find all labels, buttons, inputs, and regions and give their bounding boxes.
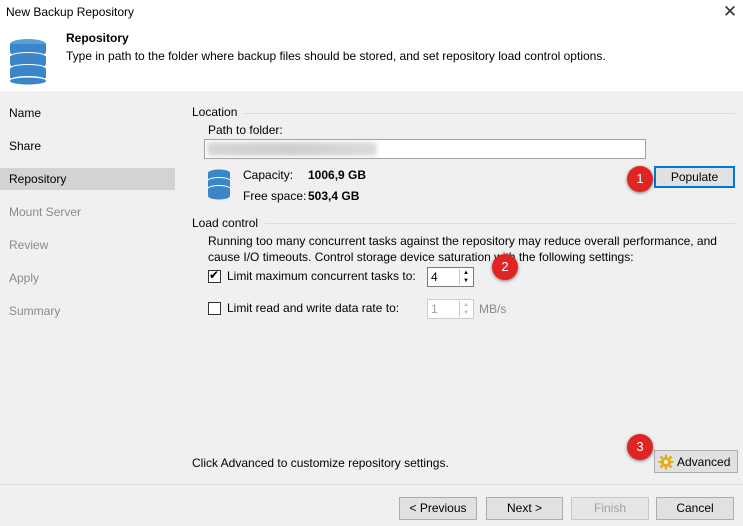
limit-rate-label: Limit read and write data rate to: <box>227 301 400 315</box>
database-icon <box>9 37 47 85</box>
close-icon[interactable]: ✕ <box>719 1 741 23</box>
sidebar-item-apply: Apply <box>9 271 40 285</box>
rate-unit-label: MB/s <box>479 302 507 316</box>
cancel-button[interactable]: Cancel <box>656 497 734 520</box>
sidebar-item-review: Review <box>9 238 49 252</box>
spin-up-icon: ▲ <box>459 301 472 309</box>
database-icon <box>207 169 231 201</box>
divider <box>265 223 735 224</box>
spin-down-icon: ▼ <box>459 309 472 317</box>
advanced-button-label: Advanced <box>677 455 731 469</box>
advanced-button[interactable]: Advanced <box>654 450 738 473</box>
sidebar-item-share[interactable]: Share <box>0 135 175 157</box>
limit-rate-spinner: 1 ▲ ▼ <box>427 299 474 319</box>
finish-button: Finish <box>571 497 649 520</box>
spin-up-icon[interactable]: ▲ <box>459 269 472 277</box>
spinner-buttons: ▲ ▼ <box>459 301 472 317</box>
capacity-label: Capacity: <box>243 168 294 182</box>
annotation-badge-3: 3 <box>627 434 653 460</box>
free-space-label: Free space: <box>243 189 307 203</box>
load-control-description-line1: Running too many concurrent tasks agains… <box>208 234 717 248</box>
limit-tasks-spinner[interactable]: 4 ▲ ▼ <box>427 267 474 287</box>
sidebar-item-summary: Summary <box>9 304 61 318</box>
title-bar: New Backup Repository ✕ <box>0 0 743 26</box>
load-control-description-line2: cause I/O timeouts. Control storage devi… <box>208 250 634 264</box>
limit-tasks-checkbox[interactable]: ✔ <box>208 268 221 283</box>
limit-tasks-value: 4 <box>431 270 438 284</box>
path-input[interactable] <box>204 139 646 159</box>
location-group-label: Location <box>192 105 238 119</box>
spinner-buttons: ▲ ▼ <box>459 269 472 285</box>
spin-down-icon[interactable]: ▼ <box>459 277 472 285</box>
load-control-group-label: Load control <box>192 216 259 230</box>
path-label: Path to folder: <box>208 123 283 137</box>
annotation-badge-1: 1 <box>627 166 653 192</box>
limit-rate-checkbox[interactable] <box>208 302 221 315</box>
previous-button[interactable]: < Previous <box>399 497 477 520</box>
capacity-value: 1006,9 GB <box>308 168 367 182</box>
gear-icon <box>658 454 674 470</box>
sidebar-item-repository[interactable]: Repository <box>0 168 175 190</box>
populate-button[interactable]: Populate <box>654 166 735 188</box>
limit-rate-value: 1 <box>431 302 438 316</box>
limit-tasks-label: Limit maximum concurrent tasks to: <box>227 269 416 283</box>
page-title: Repository <box>66 31 129 45</box>
free-space-value: 503,4 GB <box>308 189 360 203</box>
page-description: Type in path to the folder where backup … <box>66 49 606 63</box>
next-button[interactable]: Next > <box>486 497 563 520</box>
sidebar-item-mount-server: Mount Server <box>9 205 82 219</box>
window-title: New Backup Repository <box>6 5 135 19</box>
advanced-hint: Click Advanced to customize repository s… <box>192 456 449 470</box>
checkmark-icon: ✔ <box>209 268 220 282</box>
annotation-badge-2: 2 <box>492 254 518 280</box>
divider <box>243 113 735 114</box>
sidebar-item-name[interactable]: Name <box>0 102 175 124</box>
path-value-redacted <box>207 142 377 156</box>
